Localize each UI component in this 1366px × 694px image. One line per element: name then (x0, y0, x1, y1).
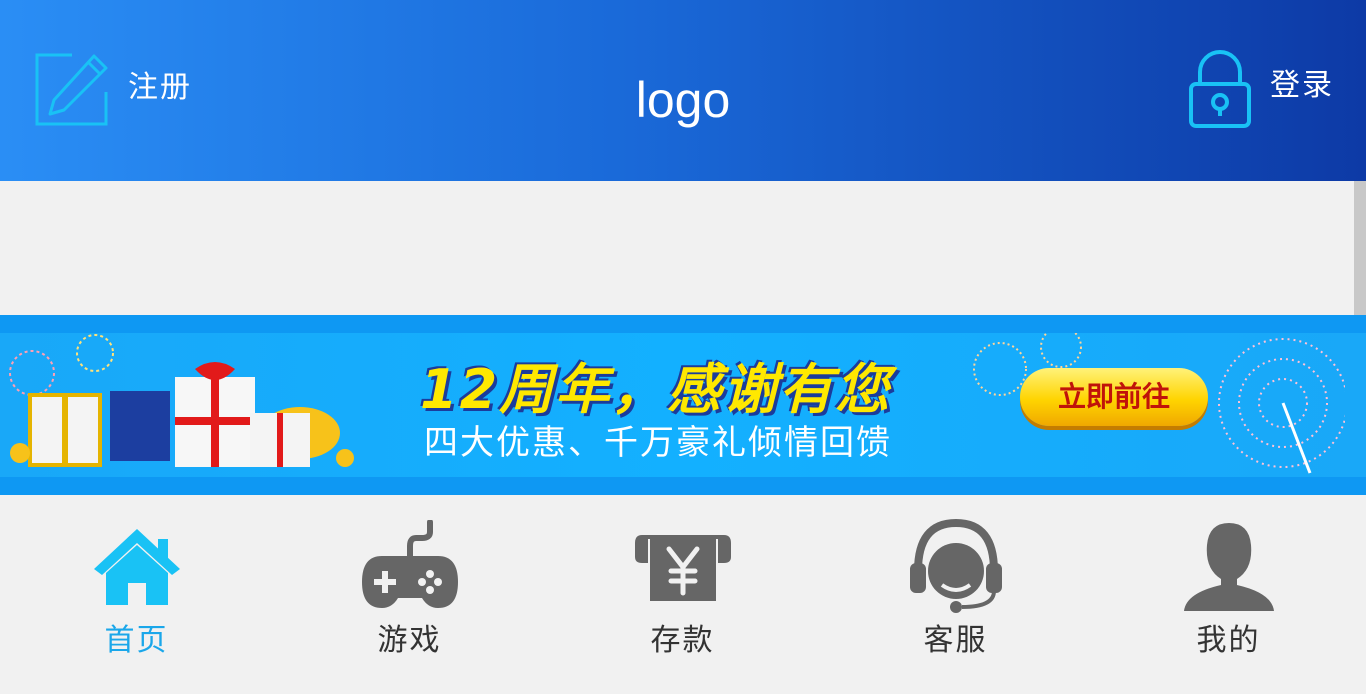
nav-item-deposit[interactable]: 存款 (546, 495, 819, 694)
nav-label-home: 首页 (104, 623, 169, 658)
nav-item-customer-service[interactable]: 客服 (819, 495, 1092, 694)
header: 注册 logo 登录 (0, 0, 1366, 181)
banner-title: 12周年，感谢有您 (420, 358, 892, 421)
lock-icon (1188, 50, 1252, 134)
deposit-icon (546, 531, 819, 603)
banner-cta-button[interactable]: 立即前往 (1020, 368, 1208, 426)
nav-label-games: 游戏 (377, 623, 442, 658)
gamepad-icon (273, 520, 546, 610)
nav-item-profile[interactable]: 我的 (1092, 495, 1365, 694)
bottom-nav: 首页 游戏 存款 客服 我的 (0, 495, 1366, 694)
logo[interactable]: logo (0, 70, 1366, 130)
promo-banner[interactable]: 12周年，感谢有您 四大优惠、千万豪礼倾情回馈 立即前往 (0, 315, 1366, 495)
scrollbar[interactable] (1354, 181, 1366, 315)
home-icon (0, 525, 273, 605)
nav-label-deposit: 存款 (650, 623, 715, 658)
nav-label-profile: 我的 (1196, 623, 1261, 658)
login-label: 登录 (1270, 68, 1334, 103)
customer-service-icon (819, 519, 1092, 617)
user-icon (1092, 521, 1365, 613)
nav-item-games[interactable]: 游戏 (273, 495, 546, 694)
gift-boxes-icon (0, 333, 362, 477)
banner-subtitle: 四大优惠、千万豪礼倾情回馈 (424, 423, 892, 463)
nav-item-home[interactable]: 首页 (0, 495, 273, 694)
nav-label-customer-service: 客服 (923, 623, 988, 658)
login-button[interactable]: 登录 (1188, 50, 1334, 134)
